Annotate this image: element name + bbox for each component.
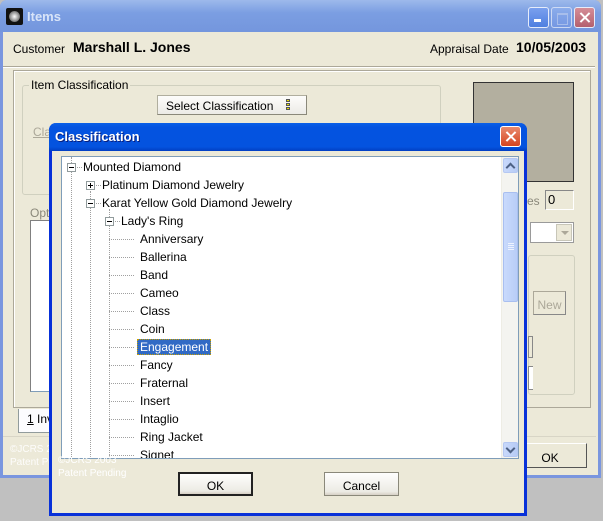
tree-connector [109, 419, 134, 420]
scroll-up-icon[interactable] [503, 158, 518, 173]
tab-number: 1 [27, 412, 34, 426]
tree-item-label: Intaglio [140, 412, 179, 426]
dialog-title: Classification [55, 129, 140, 144]
tree-item-label: Ring Jacket [140, 430, 203, 444]
tree-item[interactable]: Class [137, 303, 173, 321]
scroll-thumb[interactable] [503, 192, 518, 302]
tree-connector [109, 365, 134, 366]
tree-item-label: Fancy [140, 358, 173, 372]
pieces-field[interactable]: 0 [545, 190, 574, 210]
right-group [528, 255, 575, 395]
tree-connector [109, 311, 134, 312]
cancel-button-label: Cancel [342, 479, 381, 493]
tree-item[interactable]: Cameo [137, 285, 182, 303]
tree-item[interactable]: Intaglio [137, 411, 182, 429]
tree-item[interactable]: Band [137, 267, 171, 285]
minimize-icon[interactable] [528, 7, 549, 28]
tree-item[interactable]: Fraternal [137, 375, 191, 393]
collapse-minus-icon[interactable] [86, 199, 95, 208]
tree-item-label: Anniversary [140, 232, 204, 246]
patent-text: Patent Pending [58, 468, 127, 479]
tree-item-label: Engagement [137, 339, 212, 355]
item-classification-label: Item Classification [29, 78, 131, 92]
side-field-1[interactable] [528, 336, 533, 358]
scroll-down-icon[interactable] [503, 442, 518, 457]
close-icon[interactable] [574, 7, 595, 28]
header-row: Customer Marshall L. Jones Appraisal Dat… [10, 39, 590, 61]
cancel-button[interactable]: Cancel [324, 472, 399, 496]
tree-guide-line [90, 191, 91, 458]
options-label: Opt [30, 206, 50, 220]
tree-item[interactable]: Lady's Ring [118, 213, 186, 231]
copyright-text: ©JCRS 2003 [58, 455, 117, 466]
tree-item-label: Coin [140, 322, 165, 336]
tree-item[interactable]: Fancy [137, 357, 176, 375]
tree-connector [109, 383, 134, 384]
tree-structure-icon [286, 99, 298, 111]
tree-item-label: Platinum Diamond Jewelry [102, 178, 245, 192]
tree-item-label: Band [140, 268, 169, 282]
close-icon[interactable] [500, 126, 521, 147]
tree-connector [109, 401, 134, 402]
tree-item[interactable]: Mounted Diamond [80, 159, 184, 177]
tree-connector [109, 437, 134, 438]
side-field-2[interactable] [528, 366, 533, 390]
tree-item-label: Lady's Ring [121, 214, 184, 228]
tree-item[interactable]: Signet [137, 447, 177, 459]
item-dropdown[interactable] [530, 222, 574, 243]
tree-connector [109, 239, 134, 240]
new-button[interactable]: New [533, 291, 566, 315]
dialog-copyright: ©JCRS 2003 Patent Pending [58, 454, 126, 480]
select-classification-label: Select Classification [166, 99, 274, 113]
tree-item-label: Cameo [140, 286, 179, 300]
tree-item-label: Class [140, 304, 171, 318]
ok-button-label: OK [206, 479, 225, 493]
chevron-down-icon[interactable] [556, 224, 572, 241]
collapse-minus-icon[interactable] [67, 163, 76, 172]
header-divider [3, 66, 595, 68]
new-button-label: New [537, 298, 562, 312]
items-title-bar[interactable]: Items [0, 0, 601, 32]
tree-item[interactable]: Anniversary [137, 231, 206, 249]
select-classification-button[interactable]: Select Classification [157, 95, 307, 115]
tree-item[interactable]: Karat Yellow Gold Diamond Jewelry [99, 195, 295, 213]
dialog-title-bar[interactable]: Classification [49, 123, 527, 151]
customer-name: Marshall L. Jones [73, 39, 191, 55]
tree-item[interactable]: Platinum Diamond Jewelry [99, 177, 247, 195]
tree-connector [109, 257, 134, 258]
tree-connector [109, 293, 134, 294]
customer-label: Customer [13, 42, 66, 56]
tree-guide-line [71, 157, 72, 458]
maximize-icon[interactable] [551, 7, 572, 28]
tree-item-label: Karat Yellow Gold Diamond Jewelry [102, 196, 293, 210]
diamond-logo-icon [6, 8, 23, 25]
tree-guide-line [109, 209, 110, 458]
tree-item-label: Mounted Diamond [83, 160, 182, 174]
classification-dialog: Classification Mounted Diamond Platinum D… [49, 123, 527, 516]
tree-item[interactable]: Ring Jacket [137, 429, 206, 447]
tree-item-label: Signet [140, 448, 175, 459]
tree-item-label: Fraternal [140, 376, 189, 390]
classification-tree[interactable]: Mounted Diamond Platinum Diamond Jewelry K… [61, 156, 519, 459]
tree-item[interactable]: Insert [137, 393, 173, 411]
appraisal-date-label: Appraisal Date [430, 42, 509, 56]
tree-item[interactable]: Ballerina [137, 249, 190, 267]
tree-item[interactable]: Engagement [137, 339, 212, 357]
collapse-minus-icon[interactable] [105, 217, 114, 226]
tree-connector [109, 275, 134, 276]
tree-connector [109, 347, 134, 348]
items-window-title: Items [27, 9, 61, 24]
ok-button[interactable]: OK [178, 472, 253, 496]
pieces-label: es [527, 194, 540, 208]
expand-plus-icon[interactable] [86, 181, 95, 190]
items-ok-label: OK [541, 451, 559, 465]
tree-item-label: Ballerina [140, 250, 187, 264]
appraisal-date: 10/05/2003 [516, 39, 587, 55]
tree-item-label: Insert [140, 394, 171, 408]
tree-item[interactable]: Coin [137, 321, 168, 339]
tree-connector [109, 329, 134, 330]
tree-scrollbar[interactable] [501, 157, 518, 458]
